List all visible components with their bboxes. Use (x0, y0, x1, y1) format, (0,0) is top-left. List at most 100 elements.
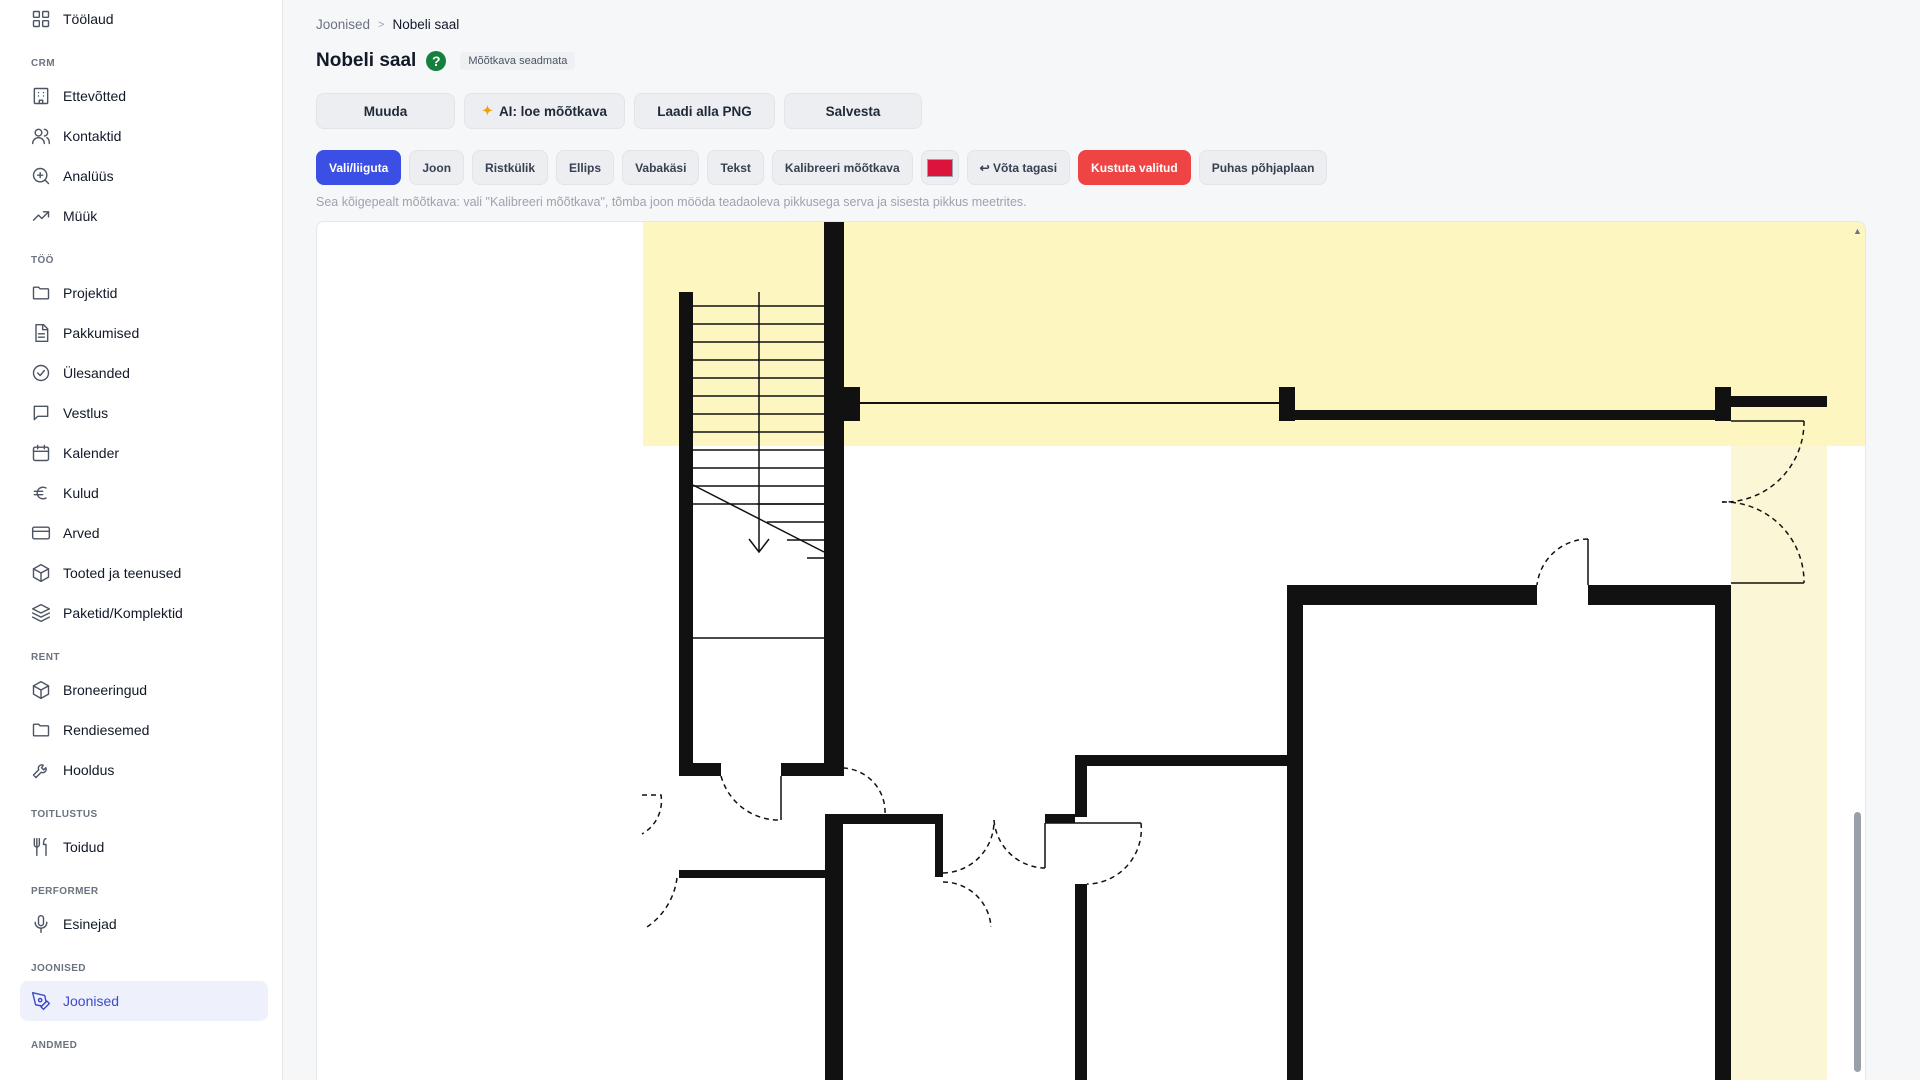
tool-ellipse[interactable]: Ellips (556, 150, 615, 185)
title-row: Nobeli saal ? Mõõtkava seadmata (316, 50, 576, 72)
breadcrumb: Joonised > Nobeli saal (316, 17, 459, 32)
sidebar-item-joonised[interactable]: Joonised (20, 981, 268, 1021)
sidebar-item-label: Projektid (63, 285, 118, 301)
floor-plan[interactable] (317, 222, 1866, 1080)
sidebar-item-pakkumised[interactable]: Pakkumised (20, 313, 268, 353)
sidebar-item-label: Analüüs (63, 168, 114, 184)
breadcrumb-parent[interactable]: Joonised (316, 17, 370, 32)
sidebar-nav: Töölaud CRM Ettevõtted Kontaktid Analüüs Müük… (0, 0, 282, 1054)
sidebar-item-rendiesemed[interactable]: Rendiesemed (20, 710, 268, 750)
tool-freehand[interactable]: Vabakäsi (622, 150, 700, 185)
sidebar-item-kulud[interactable]: Kulud (20, 473, 268, 513)
tool-select-move[interactable]: Vali/liiguta (316, 150, 402, 185)
sidebar-item-arved[interactable]: Arved (20, 513, 268, 553)
section-label-andmed: ANDMED (31, 1040, 78, 1051)
sidebar-item-label: Toidud (63, 839, 105, 855)
sidebar-item-vestlus[interactable]: Vestlus (20, 393, 268, 433)
sidebar-item-label: Paketid/Komplektid (63, 605, 183, 621)
scale-status-badge: Mõõtkava seadmata (460, 52, 576, 70)
sidebar-item-label: Ettevõtted (63, 88, 127, 104)
sidebar-item-analuus[interactable]: Analüüs (20, 156, 268, 196)
scroll-up-arrow-icon[interactable]: ▲ (1853, 226, 1862, 236)
folder-icon (31, 283, 51, 303)
download-png-label: Laadi alla PNG (657, 103, 752, 119)
euro-icon (31, 483, 51, 503)
action-toolbar: Muuda ✦ AI: loe mõõtkava Laadi alla PNG S… (316, 93, 922, 129)
edit-button[interactable]: Muuda (316, 93, 455, 129)
file-text-icon (31, 323, 51, 343)
doors (641, 420, 1805, 928)
package-icon (31, 680, 51, 700)
ai-read-scale-label: AI: loe mõõtkava (498, 103, 607, 119)
tool-rectangle[interactable]: Ristkülik (472, 150, 549, 185)
section-label-toitlustus: TOITLUSTUS (31, 809, 98, 820)
tool-line[interactable]: Joon (409, 150, 465, 185)
sidebar-item-muuk[interactable]: Müük (20, 196, 268, 236)
breadcrumb-separator: > (378, 18, 385, 31)
sidebar-item-tooted-ja-teenused[interactable]: Tooted ja teenused (20, 553, 268, 593)
scrollbar-thumb[interactable] (1854, 812, 1861, 1072)
sidebar-item-label: Töölaud (63, 11, 114, 27)
folder-icon (31, 720, 51, 740)
section-label-performer: PERFORMER (31, 886, 99, 897)
package-icon (31, 563, 51, 583)
sidebar-item-kalender[interactable]: Kalender (20, 433, 268, 473)
sidebar-item-paketid-komplektid[interactable]: Paketid/Komplektid (20, 593, 268, 633)
sidebar-item-ettevotted[interactable]: Ettevõtted (20, 76, 268, 116)
sidebar-item-esinejad[interactable]: Esinejad (20, 904, 268, 944)
section-label-joonised: JOONISED (31, 963, 86, 974)
sidebar-item-hooldus[interactable]: Hooldus (20, 750, 268, 790)
breadcrumb-current: Nobeli saal (392, 17, 460, 32)
ai-read-scale-button[interactable]: ✦ AI: loe mõõtkava (464, 93, 625, 129)
sidebar-item-ulesanded[interactable]: Ülesanded (20, 353, 268, 393)
sidebar-item-label: Pakkumised (63, 325, 140, 341)
sidebar-item-label: Hooldus (63, 762, 115, 778)
sidebar-item-label: Arved (63, 525, 100, 541)
hint-text: Sea kõigepealt mõõtkava: vali "Kalibreer… (316, 195, 1027, 209)
page-title: Nobeli saal (316, 50, 417, 71)
sidebar-item-label: Kalender (63, 445, 120, 461)
building-icon (31, 86, 51, 106)
utensils-icon (31, 837, 51, 857)
main-content: Joonised > Nobeli saal Nobeli saal ? Mõõ… (316, 0, 1888, 1080)
sidebar-item-broneeringud[interactable]: Broneeringud (20, 670, 268, 710)
color-picker[interactable] (920, 150, 959, 185)
sidebar-item-label: Tooted ja teenused (63, 565, 182, 581)
highlight-area-right (1731, 446, 1827, 1080)
sparkle-icon: ✦ (482, 103, 493, 118)
calendar-icon (31, 443, 51, 463)
help-icon[interactable]: ? (426, 51, 447, 71)
drawing-canvas[interactable]: ▲ (316, 221, 1866, 1080)
tool-calibrate-scale[interactable]: Kalibreeri mõõtkava (771, 150, 913, 185)
color-swatch (926, 158, 953, 177)
undo-button[interactable]: ↩ Võta tagasi (966, 150, 1071, 185)
section-label-too: TÖÖ (31, 255, 54, 266)
sidebar-item-toolaud[interactable]: Töölaud (20, 0, 268, 39)
canvas-scrollbar[interactable]: ▲ (1851, 222, 1863, 1080)
clear-floorplan-button[interactable]: Puhas põhjaplaan (1198, 150, 1328, 185)
edit-button-label: Muuda (363, 103, 408, 119)
message-square-icon (31, 403, 51, 423)
sidebar-item-label: Joonised (63, 993, 120, 1009)
sidebar-item-kontaktid[interactable]: Kontaktid (20, 116, 268, 156)
sidebar-item-label: Kontaktid (63, 128, 122, 144)
check-circle-icon (31, 363, 51, 383)
sidebar-item-label: Ülesanded (63, 365, 130, 381)
dashboard-icon (31, 9, 51, 29)
sidebar-item-label: Broneeringud (63, 682, 148, 698)
sidebar: Töölaud CRM Ettevõtted Kontaktid Analüüs Müük… (0, 0, 283, 1080)
sidebar-item-projektid[interactable]: Projektid (20, 273, 268, 313)
save-button-label: Salvesta (825, 103, 881, 119)
download-png-button[interactable]: Laadi alla PNG (634, 93, 775, 129)
users-icon (31, 126, 51, 146)
drawing-toolbar: Vali/liiguta Joon Ristkülik Ellips Vabak… (316, 150, 1328, 185)
wrench-icon (31, 760, 51, 780)
sidebar-item-toidud[interactable]: Toidud (20, 827, 268, 867)
sidebar-item-label: Rendiesemed (63, 722, 150, 738)
section-label-rent: RENT (31, 652, 60, 663)
layers-icon (31, 603, 51, 623)
save-button[interactable]: Salvesta (784, 93, 922, 129)
delete-selected-button[interactable]: Kustuta valitud (1078, 150, 1191, 185)
tool-text[interactable]: Tekst (707, 150, 764, 185)
sidebar-item-label: Müük (63, 208, 98, 224)
